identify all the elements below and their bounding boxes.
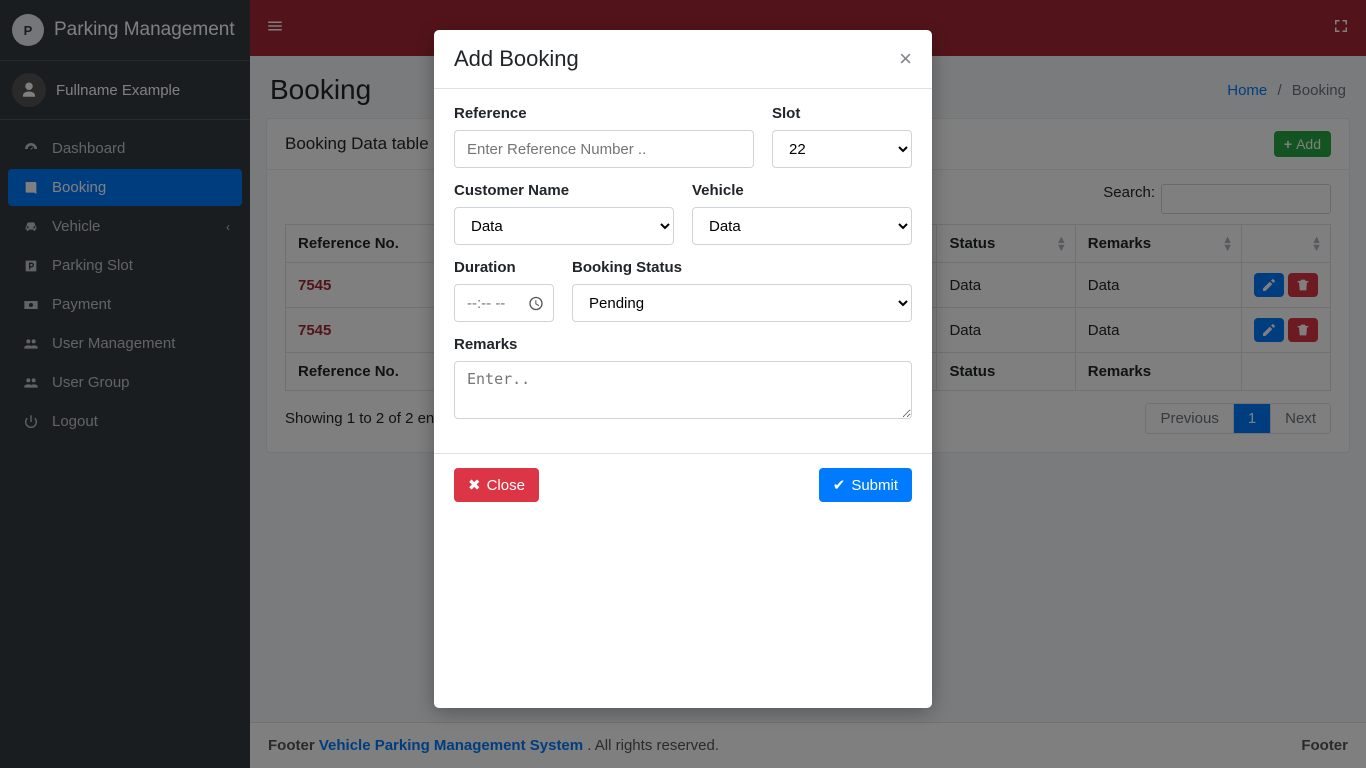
add-booking-modal: Add Booking × Reference Slot 22 Customer — [434, 30, 932, 708]
modal-title: Add Booking — [454, 46, 579, 72]
label-slot: Slot — [772, 105, 912, 122]
vehicle-select[interactable]: Data — [692, 207, 912, 245]
label-duration: Duration — [454, 259, 554, 276]
modal-footer: ✖ Close ✔ Submit — [434, 453, 932, 516]
close-button[interactable]: ✖ Close — [454, 468, 539, 502]
close-button-label: Close — [487, 477, 525, 494]
duration-input[interactable] — [454, 284, 554, 322]
reference-input[interactable] — [454, 130, 754, 168]
modal-header: Add Booking × — [434, 30, 932, 89]
label-booking-status: Booking Status — [572, 259, 912, 276]
x-icon: ✖ — [468, 476, 481, 494]
slot-select[interactable]: 22 — [772, 130, 912, 168]
label-remarks: Remarks — [454, 336, 912, 353]
customer-select[interactable]: Data — [454, 207, 674, 245]
submit-button[interactable]: ✔ Submit — [819, 468, 912, 502]
label-reference: Reference — [454, 105, 754, 122]
label-vehicle: Vehicle — [692, 182, 912, 199]
label-customer: Customer Name — [454, 182, 674, 199]
modal-body: Reference Slot 22 Customer Name Data — [434, 89, 932, 453]
modal-backdrop[interactable]: Add Booking × Reference Slot 22 Customer — [0, 0, 1366, 768]
submit-button-label: Submit — [851, 477, 898, 494]
check-icon: ✔ — [833, 476, 846, 494]
remarks-textarea[interactable] — [454, 361, 912, 419]
close-icon[interactable]: × — [899, 46, 912, 72]
booking-status-select[interactable]: Pending — [572, 284, 912, 322]
